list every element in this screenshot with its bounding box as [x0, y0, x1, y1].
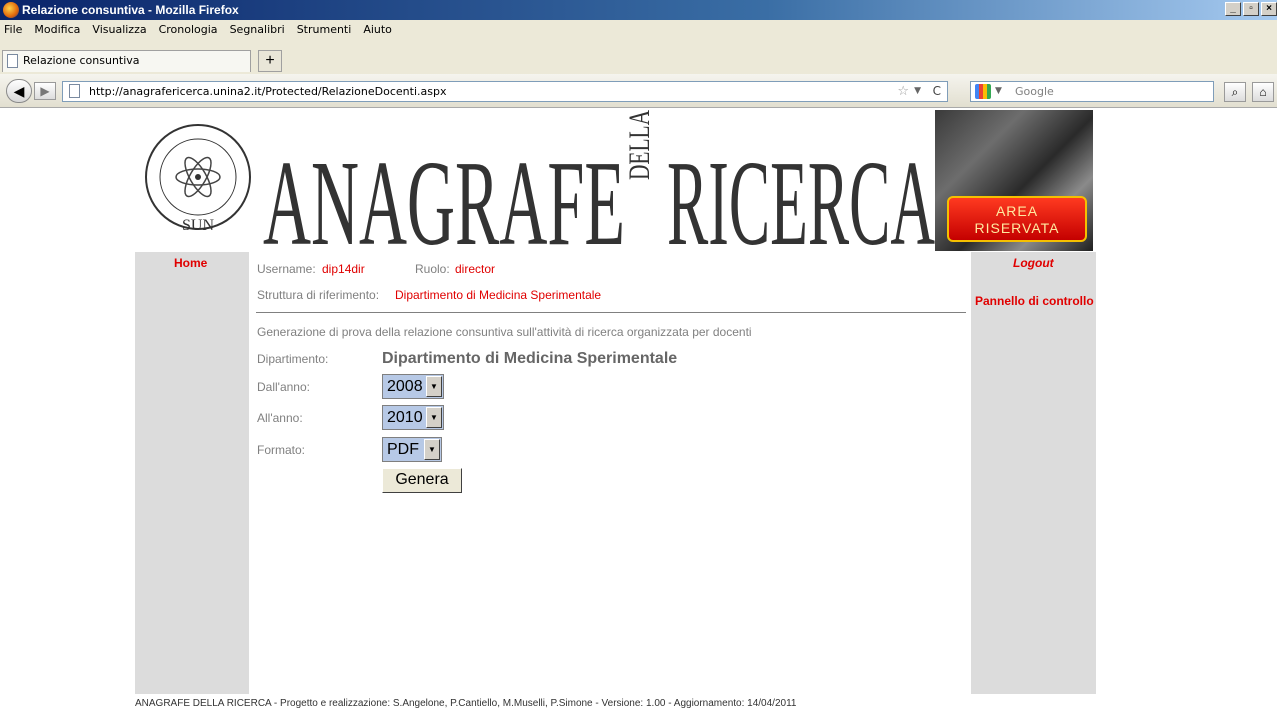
- main-content: Username: dip14dir Ruolo: director Strut…: [249, 252, 971, 694]
- logout-link[interactable]: Logout: [1013, 256, 1054, 270]
- pannello-link[interactable]: Pannello di controllo: [975, 294, 1094, 308]
- dall-anno-value: 2008: [387, 378, 423, 395]
- username-value: dip14dir: [322, 262, 365, 276]
- tab-label: Relazione consuntiva: [23, 54, 140, 67]
- ruolo-label: Ruolo:: [415, 262, 450, 276]
- window-title: Relazione consuntiva - Mozilla Firefox: [22, 3, 239, 17]
- title-anagrafe: ANAGRAFE: [263, 136, 625, 251]
- bookmark-star-icon[interactable]: ☆: [897, 82, 909, 101]
- area-line2: RISERVATA: [974, 220, 1060, 236]
- home-link[interactable]: Home: [174, 256, 207, 270]
- google-icon[interactable]: [975, 84, 991, 99]
- url-bar[interactable]: http://anagrafericerca.unina2.it/Protect…: [62, 81, 948, 102]
- title-ricerca: RICERCA: [667, 136, 935, 251]
- tab-relazione[interactable]: Relazione consuntiva: [2, 50, 251, 72]
- search-placeholder: Google: [1015, 85, 1054, 98]
- menu-segnalibri[interactable]: Segnalibri: [230, 23, 285, 36]
- all-anno-label: All'anno:: [257, 411, 303, 425]
- university-seal-icon: SUN: [145, 124, 251, 234]
- dall-anno-select[interactable]: 2008 ▼: [382, 374, 444, 399]
- maximize-icon[interactable]: ▫: [1243, 2, 1259, 16]
- page-icon: [7, 54, 18, 68]
- new-tab-button[interactable]: +: [258, 50, 282, 72]
- title-della: DELLA: [623, 110, 656, 180]
- navigation-bar: ◀ ▶ http://anagrafericerca.unina2.it/Pro…: [0, 74, 1277, 108]
- menu-bar: File Modifica Visualizza Cronologia Segn…: [0, 20, 1277, 38]
- tab-bar: Relazione consuntiva +: [0, 38, 1277, 74]
- menu-cronologia[interactable]: Cronologia: [159, 23, 218, 36]
- chevron-down-icon[interactable]: ▼: [426, 407, 442, 428]
- area-riservata-badge: AREA RISERVATA: [947, 196, 1087, 242]
- home-icon[interactable]: ⌂: [1252, 82, 1274, 102]
- left-sidebar: Home: [135, 252, 249, 694]
- divider: [256, 312, 966, 313]
- description-text: Generazione di prova della relazione con…: [257, 325, 752, 339]
- url-text: http://anagrafericerca.unina2.it/Protect…: [89, 85, 447, 98]
- struttura-label: Struttura di riferimento:: [257, 288, 380, 302]
- formato-label: Formato:: [257, 443, 306, 457]
- firefox-icon: [3, 2, 19, 18]
- search-icon[interactable]: ⌕: [1224, 82, 1246, 102]
- menu-file[interactable]: File: [4, 23, 22, 36]
- site-banner: SUN ANAGRAFE DELLA RICERCA AREA RISERVAT…: [135, 110, 1093, 251]
- close-icon[interactable]: ×: [1261, 2, 1277, 16]
- minimize-icon[interactable]: _: [1225, 2, 1241, 16]
- engine-dropdown-icon[interactable]: ▼: [995, 82, 1002, 101]
- genera-button[interactable]: Genera: [382, 468, 462, 493]
- menu-aiuto[interactable]: Aiuto: [363, 23, 392, 36]
- history-dropdown-icon[interactable]: ▼: [914, 82, 921, 101]
- window-titlebar: Relazione consuntiva - Mozilla Firefox _…: [0, 0, 1277, 20]
- all-anno-select[interactable]: 2010 ▼: [382, 405, 444, 430]
- menu-strumenti[interactable]: Strumenti: [297, 23, 352, 36]
- window-controls: _ ▫ ×: [1225, 2, 1277, 16]
- seal-text: SUN: [182, 217, 214, 234]
- chevron-down-icon[interactable]: ▼: [426, 376, 442, 397]
- site-title-logo: ANAGRAFE DELLA RICERCA: [263, 110, 935, 251]
- dall-anno-label: Dall'anno:: [257, 380, 310, 394]
- menu-visualizza[interactable]: Visualizza: [92, 23, 146, 36]
- forward-icon[interactable]: ▶: [34, 82, 56, 100]
- struttura-value: Dipartimento di Medicina Sperimentale: [395, 288, 602, 302]
- reload-icon[interactable]: C: [933, 82, 941, 101]
- ruolo-value: director: [455, 262, 496, 276]
- formato-value: PDF: [387, 441, 419, 458]
- dipartimento-value: Dipartimento di Medicina Sperimentale: [382, 350, 678, 367]
- formato-select[interactable]: PDF ▼: [382, 437, 442, 462]
- page-icon: [69, 84, 80, 98]
- page-footer: ANAGRAFE DELLA RICERCA - Progetto e real…: [135, 698, 797, 709]
- area-line1: AREA: [995, 203, 1039, 219]
- username-label: Username:: [257, 262, 316, 276]
- search-bar[interactable]: ▼ Google: [970, 81, 1214, 102]
- menu-modifica[interactable]: Modifica: [34, 23, 80, 36]
- all-anno-value: 2010: [387, 409, 423, 426]
- dipartimento-label: Dipartimento:: [257, 352, 329, 366]
- back-icon[interactable]: ◀: [6, 79, 32, 103]
- right-sidebar: Logout Pannello di controllo: [971, 252, 1096, 694]
- chevron-down-icon[interactable]: ▼: [424, 439, 440, 460]
